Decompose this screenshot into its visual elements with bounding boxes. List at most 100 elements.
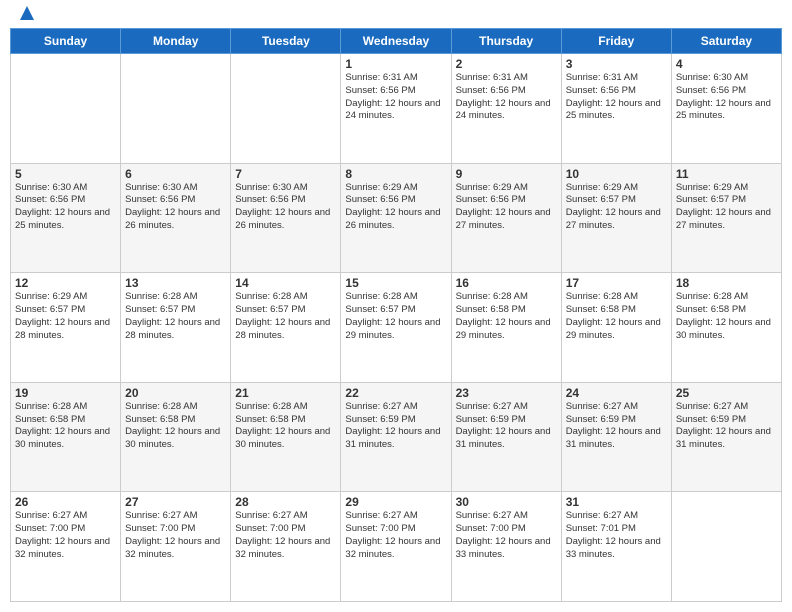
day-info: Sunrise: 6:29 AM Sunset: 6:57 PM Dayligh… xyxy=(15,291,116,342)
day-info: Sunrise: 6:29 AM Sunset: 6:57 PM Dayligh… xyxy=(676,182,777,233)
day-info: Sunrise: 6:28 AM Sunset: 6:58 PM Dayligh… xyxy=(125,401,226,452)
calendar-table: SundayMondayTuesdayWednesdayThursdayFrid… xyxy=(10,28,782,602)
day-info: Sunrise: 6:28 AM Sunset: 6:58 PM Dayligh… xyxy=(566,291,667,342)
day-number: 17 xyxy=(566,276,667,290)
calendar-cell: 28Sunrise: 6:27 AM Sunset: 7:00 PM Dayli… xyxy=(231,492,341,602)
day-info: Sunrise: 6:30 AM Sunset: 6:56 PM Dayligh… xyxy=(676,72,777,123)
day-number: 29 xyxy=(345,495,446,509)
weekday-header-row: SundayMondayTuesdayWednesdayThursdayFrid… xyxy=(11,29,782,54)
day-info: Sunrise: 6:28 AM Sunset: 6:58 PM Dayligh… xyxy=(15,401,116,452)
calendar-cell xyxy=(11,54,121,164)
weekday-header-tuesday: Tuesday xyxy=(231,29,341,54)
calendar-page: SundayMondayTuesdayWednesdayThursdayFrid… xyxy=(0,0,792,612)
calendar-header xyxy=(10,10,782,20)
day-info: Sunrise: 6:31 AM Sunset: 6:56 PM Dayligh… xyxy=(456,72,557,123)
calendar-cell: 11Sunrise: 6:29 AM Sunset: 6:57 PM Dayli… xyxy=(671,163,781,273)
day-info: Sunrise: 6:27 AM Sunset: 7:01 PM Dayligh… xyxy=(566,510,667,561)
calendar-cell: 23Sunrise: 6:27 AM Sunset: 6:59 PM Dayli… xyxy=(451,382,561,492)
calendar-week-row: 5Sunrise: 6:30 AM Sunset: 6:56 PM Daylig… xyxy=(11,163,782,273)
day-number: 18 xyxy=(676,276,777,290)
calendar-cell: 31Sunrise: 6:27 AM Sunset: 7:01 PM Dayli… xyxy=(561,492,671,602)
day-info: Sunrise: 6:28 AM Sunset: 6:58 PM Dayligh… xyxy=(235,401,336,452)
day-number: 30 xyxy=(456,495,557,509)
day-info: Sunrise: 6:28 AM Sunset: 6:57 PM Dayligh… xyxy=(235,291,336,342)
calendar-cell: 20Sunrise: 6:28 AM Sunset: 6:58 PM Dayli… xyxy=(121,382,231,492)
day-number: 1 xyxy=(345,57,446,71)
calendar-cell: 16Sunrise: 6:28 AM Sunset: 6:58 PM Dayli… xyxy=(451,273,561,383)
weekday-header-saturday: Saturday xyxy=(671,29,781,54)
day-number: 3 xyxy=(566,57,667,71)
logo-icon xyxy=(16,2,38,24)
weekday-header-sunday: Sunday xyxy=(11,29,121,54)
day-number: 6 xyxy=(125,167,226,181)
day-number: 26 xyxy=(15,495,116,509)
calendar-cell: 21Sunrise: 6:28 AM Sunset: 6:58 PM Dayli… xyxy=(231,382,341,492)
day-number: 27 xyxy=(125,495,226,509)
calendar-cell: 24Sunrise: 6:27 AM Sunset: 6:59 PM Dayli… xyxy=(561,382,671,492)
calendar-cell xyxy=(231,54,341,164)
day-info: Sunrise: 6:27 AM Sunset: 7:00 PM Dayligh… xyxy=(456,510,557,561)
calendar-cell: 3Sunrise: 6:31 AM Sunset: 6:56 PM Daylig… xyxy=(561,54,671,164)
day-info: Sunrise: 6:28 AM Sunset: 6:57 PM Dayligh… xyxy=(125,291,226,342)
day-number: 16 xyxy=(456,276,557,290)
calendar-cell: 30Sunrise: 6:27 AM Sunset: 7:00 PM Dayli… xyxy=(451,492,561,602)
logo xyxy=(14,10,38,20)
day-number: 7 xyxy=(235,167,336,181)
day-info: Sunrise: 6:28 AM Sunset: 6:58 PM Dayligh… xyxy=(456,291,557,342)
calendar-cell: 26Sunrise: 6:27 AM Sunset: 7:00 PM Dayli… xyxy=(11,492,121,602)
day-number: 15 xyxy=(345,276,446,290)
weekday-header-monday: Monday xyxy=(121,29,231,54)
calendar-cell: 27Sunrise: 6:27 AM Sunset: 7:00 PM Dayli… xyxy=(121,492,231,602)
day-number: 21 xyxy=(235,386,336,400)
day-info: Sunrise: 6:30 AM Sunset: 6:56 PM Dayligh… xyxy=(235,182,336,233)
day-info: Sunrise: 6:27 AM Sunset: 6:59 PM Dayligh… xyxy=(456,401,557,452)
day-number: 11 xyxy=(676,167,777,181)
calendar-cell xyxy=(671,492,781,602)
day-info: Sunrise: 6:30 AM Sunset: 6:56 PM Dayligh… xyxy=(125,182,226,233)
day-number: 14 xyxy=(235,276,336,290)
day-info: Sunrise: 6:29 AM Sunset: 6:56 PM Dayligh… xyxy=(345,182,446,233)
day-info: Sunrise: 6:31 AM Sunset: 6:56 PM Dayligh… xyxy=(345,72,446,123)
day-info: Sunrise: 6:27 AM Sunset: 7:00 PM Dayligh… xyxy=(345,510,446,561)
day-info: Sunrise: 6:28 AM Sunset: 6:57 PM Dayligh… xyxy=(345,291,446,342)
calendar-cell: 19Sunrise: 6:28 AM Sunset: 6:58 PM Dayli… xyxy=(11,382,121,492)
calendar-cell: 15Sunrise: 6:28 AM Sunset: 6:57 PM Dayli… xyxy=(341,273,451,383)
calendar-cell: 22Sunrise: 6:27 AM Sunset: 6:59 PM Dayli… xyxy=(341,382,451,492)
calendar-cell xyxy=(121,54,231,164)
day-info: Sunrise: 6:31 AM Sunset: 6:56 PM Dayligh… xyxy=(566,72,667,123)
calendar-cell: 4Sunrise: 6:30 AM Sunset: 6:56 PM Daylig… xyxy=(671,54,781,164)
calendar-cell: 25Sunrise: 6:27 AM Sunset: 6:59 PM Dayli… xyxy=(671,382,781,492)
day-number: 22 xyxy=(345,386,446,400)
calendar-week-row: 26Sunrise: 6:27 AM Sunset: 7:00 PM Dayli… xyxy=(11,492,782,602)
calendar-cell: 17Sunrise: 6:28 AM Sunset: 6:58 PM Dayli… xyxy=(561,273,671,383)
calendar-cell: 6Sunrise: 6:30 AM Sunset: 6:56 PM Daylig… xyxy=(121,163,231,273)
calendar-week-row: 1Sunrise: 6:31 AM Sunset: 6:56 PM Daylig… xyxy=(11,54,782,164)
day-info: Sunrise: 6:27 AM Sunset: 6:59 PM Dayligh… xyxy=(345,401,446,452)
calendar-cell: 8Sunrise: 6:29 AM Sunset: 6:56 PM Daylig… xyxy=(341,163,451,273)
calendar-cell: 7Sunrise: 6:30 AM Sunset: 6:56 PM Daylig… xyxy=(231,163,341,273)
day-number: 25 xyxy=(676,386,777,400)
day-info: Sunrise: 6:27 AM Sunset: 6:59 PM Dayligh… xyxy=(676,401,777,452)
day-info: Sunrise: 6:27 AM Sunset: 7:00 PM Dayligh… xyxy=(15,510,116,561)
day-number: 13 xyxy=(125,276,226,290)
calendar-cell: 5Sunrise: 6:30 AM Sunset: 6:56 PM Daylig… xyxy=(11,163,121,273)
day-number: 8 xyxy=(345,167,446,181)
day-info: Sunrise: 6:27 AM Sunset: 7:00 PM Dayligh… xyxy=(235,510,336,561)
calendar-week-row: 12Sunrise: 6:29 AM Sunset: 6:57 PM Dayli… xyxy=(11,273,782,383)
calendar-cell: 10Sunrise: 6:29 AM Sunset: 6:57 PM Dayli… xyxy=(561,163,671,273)
day-info: Sunrise: 6:29 AM Sunset: 6:57 PM Dayligh… xyxy=(566,182,667,233)
day-number: 4 xyxy=(676,57,777,71)
day-info: Sunrise: 6:29 AM Sunset: 6:56 PM Dayligh… xyxy=(456,182,557,233)
day-number: 28 xyxy=(235,495,336,509)
calendar-cell: 9Sunrise: 6:29 AM Sunset: 6:56 PM Daylig… xyxy=(451,163,561,273)
day-info: Sunrise: 6:30 AM Sunset: 6:56 PM Dayligh… xyxy=(15,182,116,233)
day-number: 12 xyxy=(15,276,116,290)
day-number: 19 xyxy=(15,386,116,400)
day-number: 9 xyxy=(456,167,557,181)
day-number: 24 xyxy=(566,386,667,400)
weekday-header-wednesday: Wednesday xyxy=(341,29,451,54)
weekday-header-thursday: Thursday xyxy=(451,29,561,54)
day-number: 5 xyxy=(15,167,116,181)
calendar-cell: 12Sunrise: 6:29 AM Sunset: 6:57 PM Dayli… xyxy=(11,273,121,383)
day-info: Sunrise: 6:28 AM Sunset: 6:58 PM Dayligh… xyxy=(676,291,777,342)
